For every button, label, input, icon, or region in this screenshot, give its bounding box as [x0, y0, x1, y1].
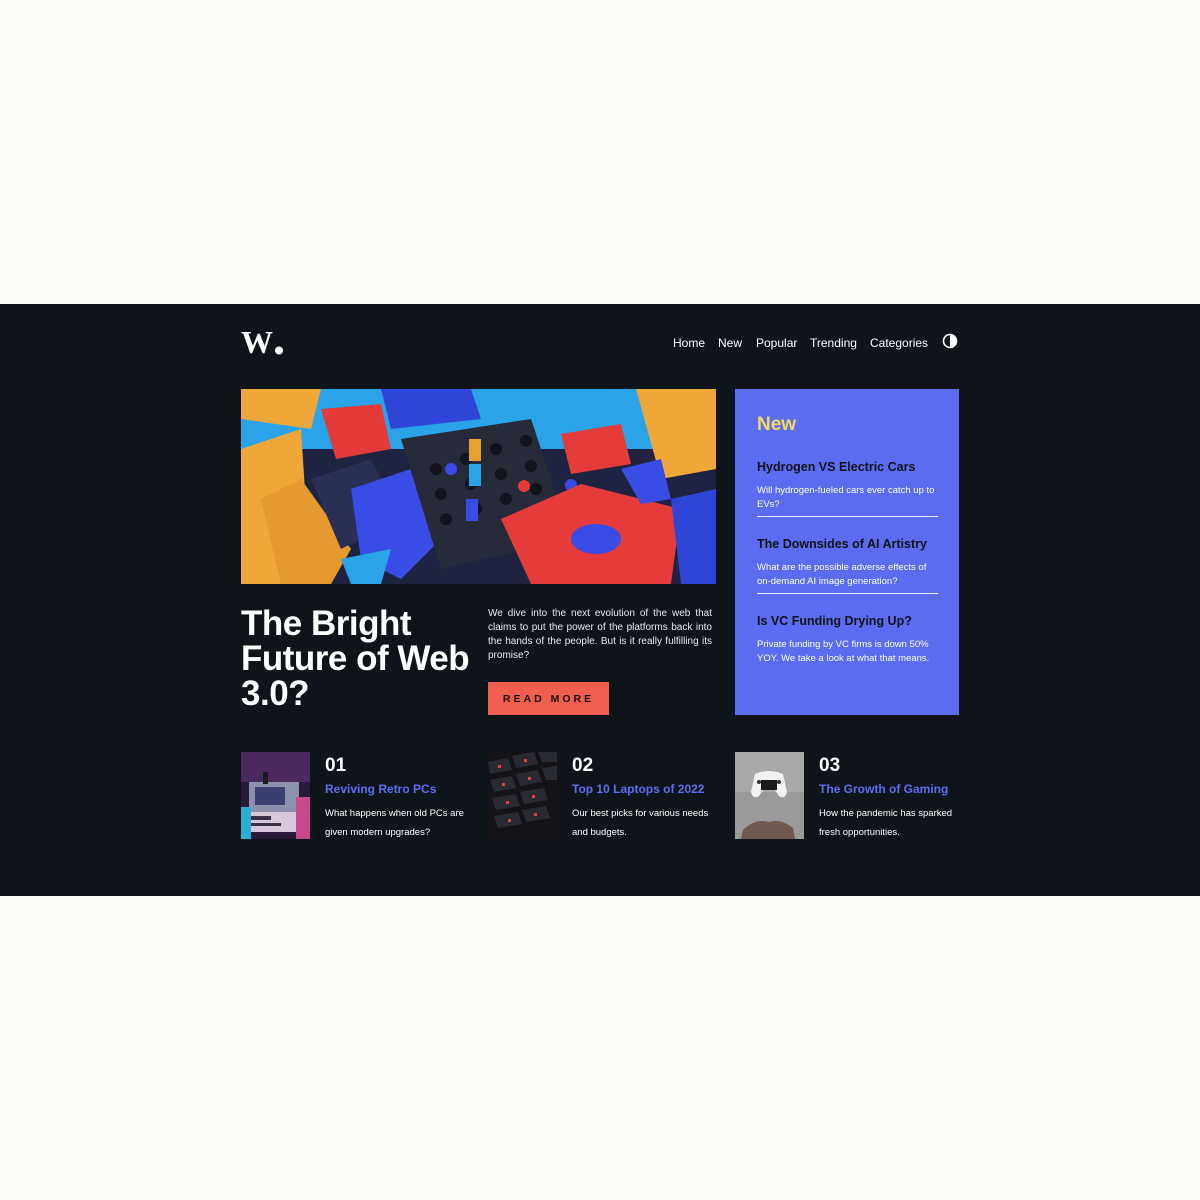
- nav-popular[interactable]: Popular: [756, 335, 797, 351]
- new-item-title[interactable]: Is VC Funding Drying Up?: [757, 613, 938, 629]
- nav-categories[interactable]: Categories: [870, 335, 928, 351]
- article-number: 01: [325, 755, 347, 776]
- abstract-blocks-image: [241, 389, 716, 584]
- article-number: 03: [819, 755, 841, 776]
- article-card[interactable]: 03 The Growth of Gaming How the pandemic…: [735, 752, 959, 840]
- contrast-icon[interactable]: [942, 333, 958, 349]
- article-title[interactable]: The Growth of Gaming: [819, 782, 948, 797]
- logo[interactable]: W: [241, 327, 285, 357]
- new-item-description: What are the possible adverse effects of…: [757, 562, 927, 587]
- retro-pc-image: [241, 752, 310, 839]
- new-item-title[interactable]: Hydrogen VS Electric Cars: [757, 459, 938, 475]
- keyboard-image: [488, 752, 557, 839]
- new-panel: New Hydrogen VS Electric Cars Will hydro…: [735, 389, 959, 715]
- nav-trending[interactable]: Trending: [810, 335, 857, 351]
- article-card[interactable]: 01 Reviving Retro PCs What happens when …: [241, 752, 471, 840]
- new-item[interactable]: The Downsides of AI Artistry What are th…: [757, 536, 938, 589]
- nav-home[interactable]: Home: [673, 335, 705, 351]
- article-title[interactable]: Top 10 Laptops of 2022: [572, 782, 704, 797]
- gamepad-image: [735, 752, 804, 839]
- read-more-button[interactable]: READ MORE: [488, 682, 609, 715]
- new-item-title[interactable]: The Downsides of AI Artistry: [757, 536, 938, 552]
- svg-text:W: W: [241, 327, 273, 357]
- article-description: Our best picks for various needs and bud…: [572, 808, 709, 838]
- hero-description: We dive into the next evolution of the w…: [488, 608, 712, 661]
- new-heading: New: [757, 414, 797, 435]
- hero-title: The Bright Future of Web 3.0?: [241, 604, 470, 713]
- new-item-description: Private funding by VC firms is down 50% …: [757, 639, 930, 664]
- new-item-description: Will hydrogen-fueled cars ever catch up …: [757, 485, 935, 510]
- article-description: What happens when old PCs are given mode…: [325, 808, 464, 838]
- article-number: 02: [572, 755, 594, 776]
- article-title[interactable]: Reviving Retro PCs: [325, 782, 436, 797]
- article-description: How the pandemic has sparked fresh oppor…: [819, 808, 953, 838]
- article-card[interactable]: 02 Top 10 Laptops of 2022 Our best picks…: [488, 752, 718, 840]
- divider: [757, 593, 938, 594]
- new-item[interactable]: Hydrogen VS Electric Cars Will hydrogen-…: [757, 459, 938, 512]
- nav-new[interactable]: New: [718, 335, 742, 351]
- divider: [757, 516, 938, 517]
- new-item[interactable]: Is VC Funding Drying Up? Private funding…: [757, 613, 938, 666]
